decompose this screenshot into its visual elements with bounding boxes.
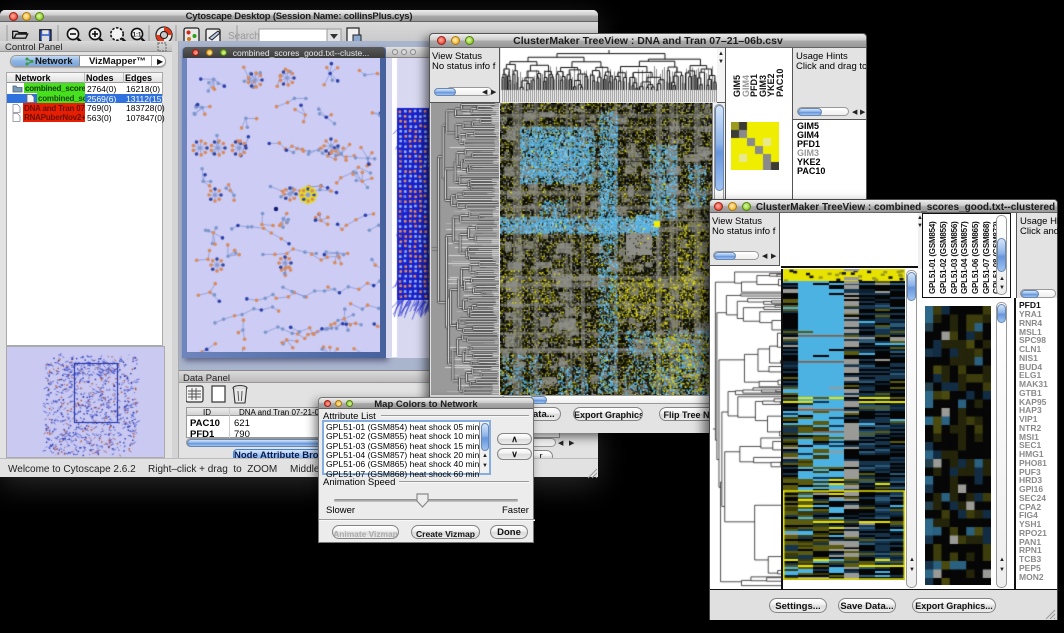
svg-text:1:1: 1:1 [133, 33, 142, 39]
